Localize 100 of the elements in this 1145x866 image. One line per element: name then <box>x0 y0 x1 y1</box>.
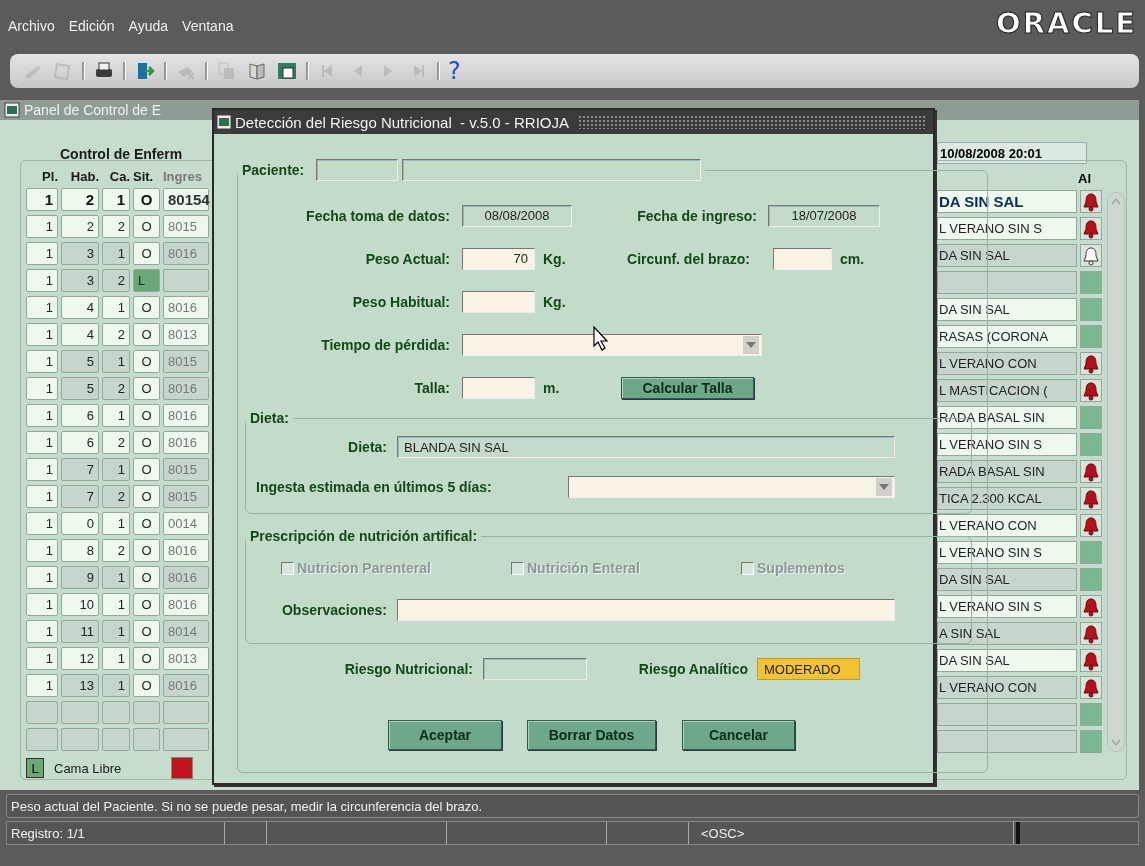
input-field: 08/08/2008 <box>462 204 572 227</box>
input-field[interactable] <box>462 376 535 399</box>
table-cell: 2 <box>102 431 130 454</box>
table-cell: O <box>133 566 160 589</box>
dropdown-arrow-icon <box>879 484 889 490</box>
table-cell: A SIN SAL <box>937 622 1077 645</box>
group-title: Prescripción de nutrición artifical: <box>249 528 479 544</box>
table-cell: 8015 <box>163 215 209 238</box>
table-cell: O <box>133 242 160 265</box>
table-cell: 10 <box>61 593 99 616</box>
input-field[interactable] <box>773 247 832 270</box>
help-window-icon[interactable] <box>276 60 298 82</box>
dialog-button[interactable]: Cancelar <box>682 720 795 750</box>
table-cell: 1 <box>26 674 58 697</box>
table-cell: L <box>133 269 160 292</box>
table-cell: 4 <box>61 296 99 319</box>
window-icon <box>4 102 20 118</box>
bell-icon[interactable] <box>1081 245 1101 266</box>
column-header: Pl. <box>41 168 58 184</box>
table-cell: 8016 <box>163 593 209 616</box>
date-time-field: 10/08/2008 20:01 <box>937 142 1087 164</box>
bell-icon[interactable] <box>1081 461 1101 482</box>
bell-icon[interactable] <box>1081 677 1101 698</box>
input-field[interactable]: MODERADO <box>757 658 860 680</box>
input-field[interactable] <box>462 290 535 313</box>
dialog-button[interactable]: Borrar Datos <box>527 720 656 750</box>
table-cell: 3 <box>61 269 99 292</box>
table-cell: 8015 <box>163 458 209 481</box>
dropdown[interactable] <box>462 333 762 356</box>
bell-icon[interactable] <box>1081 353 1101 374</box>
field-label: Riesgo Nutricional: <box>343 661 473 677</box>
bell-icon[interactable] <box>1081 596 1101 617</box>
book-icon[interactable] <box>246 60 268 82</box>
input-field[interactable] <box>397 599 895 621</box>
record-counter: Registro: 1/1 <box>7 822 225 844</box>
table-cell: 1 <box>26 647 58 670</box>
bell-icon[interactable] <box>1081 380 1101 401</box>
table-cell: 6 <box>61 431 99 454</box>
cursor-icon <box>592 326 610 352</box>
table-cell: 1 <box>102 647 130 670</box>
bell-icon[interactable] <box>1081 218 1101 239</box>
table-cell <box>102 701 130 724</box>
field-label: Talla: <box>413 379 450 396</box>
group-title: Control de Enferm <box>60 146 184 164</box>
table-cell: 1 <box>102 593 130 616</box>
table-cell: 1 <box>102 296 130 319</box>
menu-item[interactable]: Edición <box>68 12 115 34</box>
table-cell: 1 <box>102 512 130 535</box>
table-cell: 6 <box>61 404 99 427</box>
bell-icon[interactable] <box>1081 650 1101 671</box>
legend-swatch <box>171 757 194 779</box>
input-field: 18/07/2008 <box>768 204 880 227</box>
table-cell: 1 <box>26 404 58 427</box>
table-cell: L VERANO CON <box>937 676 1077 699</box>
input-field[interactable]: 70 <box>462 247 535 270</box>
table-cell: 1 <box>26 296 58 319</box>
menu-item[interactable]: Archivo <box>8 12 55 34</box>
field-label: Dieta: <box>347 439 387 455</box>
dialog-title: Detección del Riesgo Nutricional - v.5.0 - RRIOJA <box>235 113 569 131</box>
table-cell: 80154 <box>163 188 209 211</box>
field-label: Peso Actual: <box>364 250 450 267</box>
table-cell: 1 <box>102 674 130 697</box>
unit-label: cm. <box>840 250 866 267</box>
dialog-button[interactable]: Aceptar <box>388 720 502 750</box>
table-cell <box>61 728 99 751</box>
table-cell: 1 <box>26 188 58 211</box>
table-cell: 8013 <box>163 647 209 670</box>
unit-label: Kg. <box>543 250 567 267</box>
bell-icon[interactable] <box>1081 515 1101 536</box>
legend-swatch: L <box>26 758 44 778</box>
table-cell <box>26 728 58 751</box>
mode-indicator: <OSC> <box>689 822 1014 844</box>
table-cell: 0014 <box>163 512 209 535</box>
menu-item[interactable]: Ayuda <box>128 12 169 34</box>
table-cell: 7 <box>61 458 99 481</box>
status-message: Peso actual del Paciente. Si no se puede pesar, medir la circunferencia del brazo. <box>6 794 1139 818</box>
bell-icon[interactable] <box>1081 488 1101 509</box>
table-cell: O <box>133 485 160 508</box>
column-header: Ca. <box>108 168 130 184</box>
table-cell: 2 <box>102 539 130 562</box>
bell-icon[interactable] <box>1081 191 1101 212</box>
calculate-button[interactable]: Calcular Talla <box>621 376 754 399</box>
table-cell: 13 <box>61 674 99 697</box>
table-cell: 1 <box>26 323 58 346</box>
table-cell: 1 <box>26 269 58 292</box>
bell-icon[interactable] <box>1081 623 1101 644</box>
table-cell: O <box>133 323 160 346</box>
help-icon[interactable]: ? <box>448 59 461 83</box>
group-title: Dieta: <box>249 410 290 426</box>
menu-item[interactable]: Ventana <box>182 12 234 34</box>
table-cell <box>1080 703 1102 726</box>
table-cell: RASAS (CORONA <box>937 325 1077 348</box>
table-cell: 1 <box>26 350 58 373</box>
table-cell: 7 <box>61 485 99 508</box>
table-cell: 1 <box>26 431 58 454</box>
table-cell: 1 <box>26 242 58 265</box>
table-cell: 8016 <box>163 242 209 265</box>
column-header: Hab. <box>69 168 99 184</box>
dropdown[interactable] <box>568 476 895 498</box>
table-cell: 5 <box>61 377 99 400</box>
